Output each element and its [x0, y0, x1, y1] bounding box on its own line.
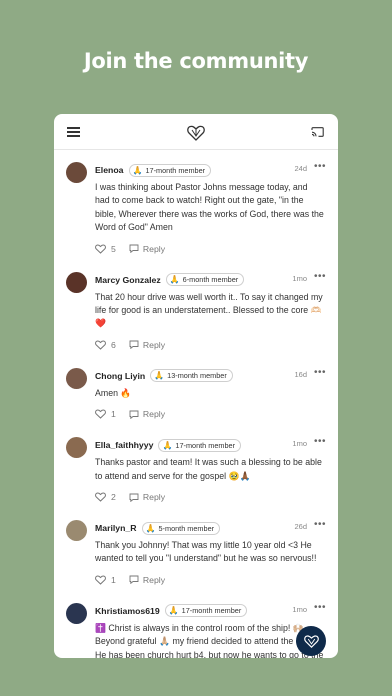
member-badge: 🙏 17-month member — [158, 438, 242, 452]
reply-button[interactable]: Reply — [143, 340, 165, 350]
comment-author[interactable]: Khristiamos619 — [95, 606, 160, 616]
app-card: Elenoa 🙏 17-month member 24d ••• I was t… — [54, 114, 338, 658]
praying-hands-icon: 🙏 — [132, 165, 143, 175]
reply-button[interactable]: Reply — [143, 244, 165, 254]
praying-hands-icon: 🙏 — [168, 606, 179, 616]
like-count: 2 — [111, 492, 116, 503]
avatar[interactable] — [66, 271, 87, 293]
like-count: 6 — [111, 339, 116, 350]
comment-text: I was thinking about Pastor Johns messag… — [95, 182, 324, 233]
member-badge-label: 5-month member — [158, 523, 215, 533]
reply-icon[interactable] — [129, 244, 139, 254]
like-count: 5 — [111, 243, 116, 254]
comment-time: 16d — [294, 369, 307, 379]
member-badge-label: 13-month member — [167, 371, 227, 381]
praying-hands-icon: 🙏 — [162, 440, 173, 450]
heart-icon[interactable] — [95, 244, 106, 254]
more-options-icon[interactable]: ••• — [314, 519, 326, 530]
reply-button[interactable]: Reply — [143, 492, 165, 502]
comment-text: That 20 hour drive was well worth it.. T… — [95, 291, 323, 329]
avatar[interactable] — [66, 437, 87, 459]
comment-actions: 6 Reply — [95, 334, 326, 356]
more-options-icon[interactable]: ••• — [314, 436, 326, 447]
comment-time: 1mo — [292, 439, 307, 449]
member-badge: 🙏 13-month member — [150, 369, 233, 383]
avatar[interactable] — [66, 602, 87, 624]
heart-icon[interactable] — [95, 340, 106, 350]
comment-item: Chong Liyin 🙏 13-month member 16d ••• Am… — [54, 356, 338, 425]
reply-button[interactable]: Reply — [143, 575, 165, 585]
comment-author[interactable]: Ella_faithhyyy — [95, 440, 153, 450]
member-badge: 🙏 17-month member — [164, 604, 248, 618]
member-badge-label: 6-month member — [182, 275, 239, 285]
comment-item: Khristiamos619 🙏 17-month member 1mo •••… — [54, 591, 338, 658]
comment-text: ✝️ Christ is always in the control room … — [95, 622, 323, 658]
comment-author[interactable]: Chong Liyin — [95, 371, 145, 381]
reply-icon[interactable] — [129, 410, 139, 419]
comment-author[interactable]: Marcy Gonzalez — [95, 275, 161, 285]
comment-item: Marcy Gonzalez 🙏 6-month member 1mo ••• … — [54, 260, 338, 356]
heart-icon[interactable] — [95, 492, 106, 502]
comment-item: Marilyn_R 🙏 5-month member 26d ••• Thank… — [54, 508, 338, 591]
church-logo-icon[interactable] — [187, 124, 205, 141]
comment-feed: Elenoa 🙏 17-month member 24d ••• I was t… — [54, 150, 338, 658]
comment-item: Ella_faithhyyy 🙏 17-month member 1mo •••… — [54, 425, 338, 508]
comment-text: Amen 🔥 — [95, 387, 132, 398]
praying-hands-icon: 🙏 — [154, 371, 165, 381]
comment-author[interactable]: Marilyn_R — [95, 523, 137, 533]
comment-time: 1mo — [292, 273, 307, 283]
reply-icon[interactable] — [129, 575, 139, 585]
heart-icon[interactable] — [95, 575, 106, 585]
comment-actions: 2 Reply — [95, 486, 326, 508]
comment-text: Thank you Johnny! That was my little 10 … — [95, 540, 317, 564]
comment-actions: 1 Reply — [95, 403, 326, 425]
avatar[interactable] — [66, 520, 87, 542]
top-bar — [54, 114, 338, 150]
member-badge: 🙏 17-month member — [128, 163, 212, 177]
community-fab-button[interactable] — [296, 626, 326, 656]
member-badge-label: 17-month member — [145, 165, 206, 175]
like-count: 1 — [111, 574, 116, 585]
reply-icon[interactable] — [129, 340, 139, 350]
comment-text: Thanks pastor and team! It was such a bl… — [95, 457, 322, 481]
member-badge: 🙏 5-month member — [141, 521, 221, 535]
hamburger-menu-icon[interactable] — [67, 127, 80, 137]
comment-time: 26d — [294, 522, 307, 532]
comment-time: 24d — [294, 164, 307, 173]
more-options-icon[interactable]: ••• — [314, 367, 326, 378]
reply-icon[interactable] — [129, 493, 139, 502]
member-badge-label: 17-month member — [175, 440, 236, 450]
member-badge: 🙏 6-month member — [165, 273, 245, 287]
more-options-icon[interactable]: ••• — [314, 271, 326, 282]
comment-time: 1mo — [292, 604, 307, 614]
avatar[interactable] — [66, 162, 87, 183]
comment-actions: 5 Reply — [95, 238, 326, 260]
more-options-icon[interactable]: ••• — [314, 161, 326, 172]
member-badge-label: 17-month member — [181, 606, 242, 616]
comment-item: Elenoa 🙏 17-month member 24d ••• I was t… — [54, 150, 338, 260]
avatar[interactable] — [66, 367, 87, 389]
comment-author[interactable]: Elenoa — [95, 165, 124, 175]
reply-button[interactable]: Reply — [143, 409, 165, 419]
like-count: 1 — [111, 409, 116, 420]
heart-icon[interactable] — [95, 409, 106, 419]
more-options-icon[interactable]: ••• — [314, 602, 326, 613]
hero-title: Join the community — [83, 49, 309, 73]
community-fab-icon — [303, 635, 319, 648]
cast-icon[interactable] — [311, 127, 324, 137]
praying-hands-icon: 🙏 — [169, 275, 180, 285]
comment-actions: 1 Reply — [95, 569, 326, 591]
praying-hands-icon: 🙏 — [145, 523, 156, 533]
